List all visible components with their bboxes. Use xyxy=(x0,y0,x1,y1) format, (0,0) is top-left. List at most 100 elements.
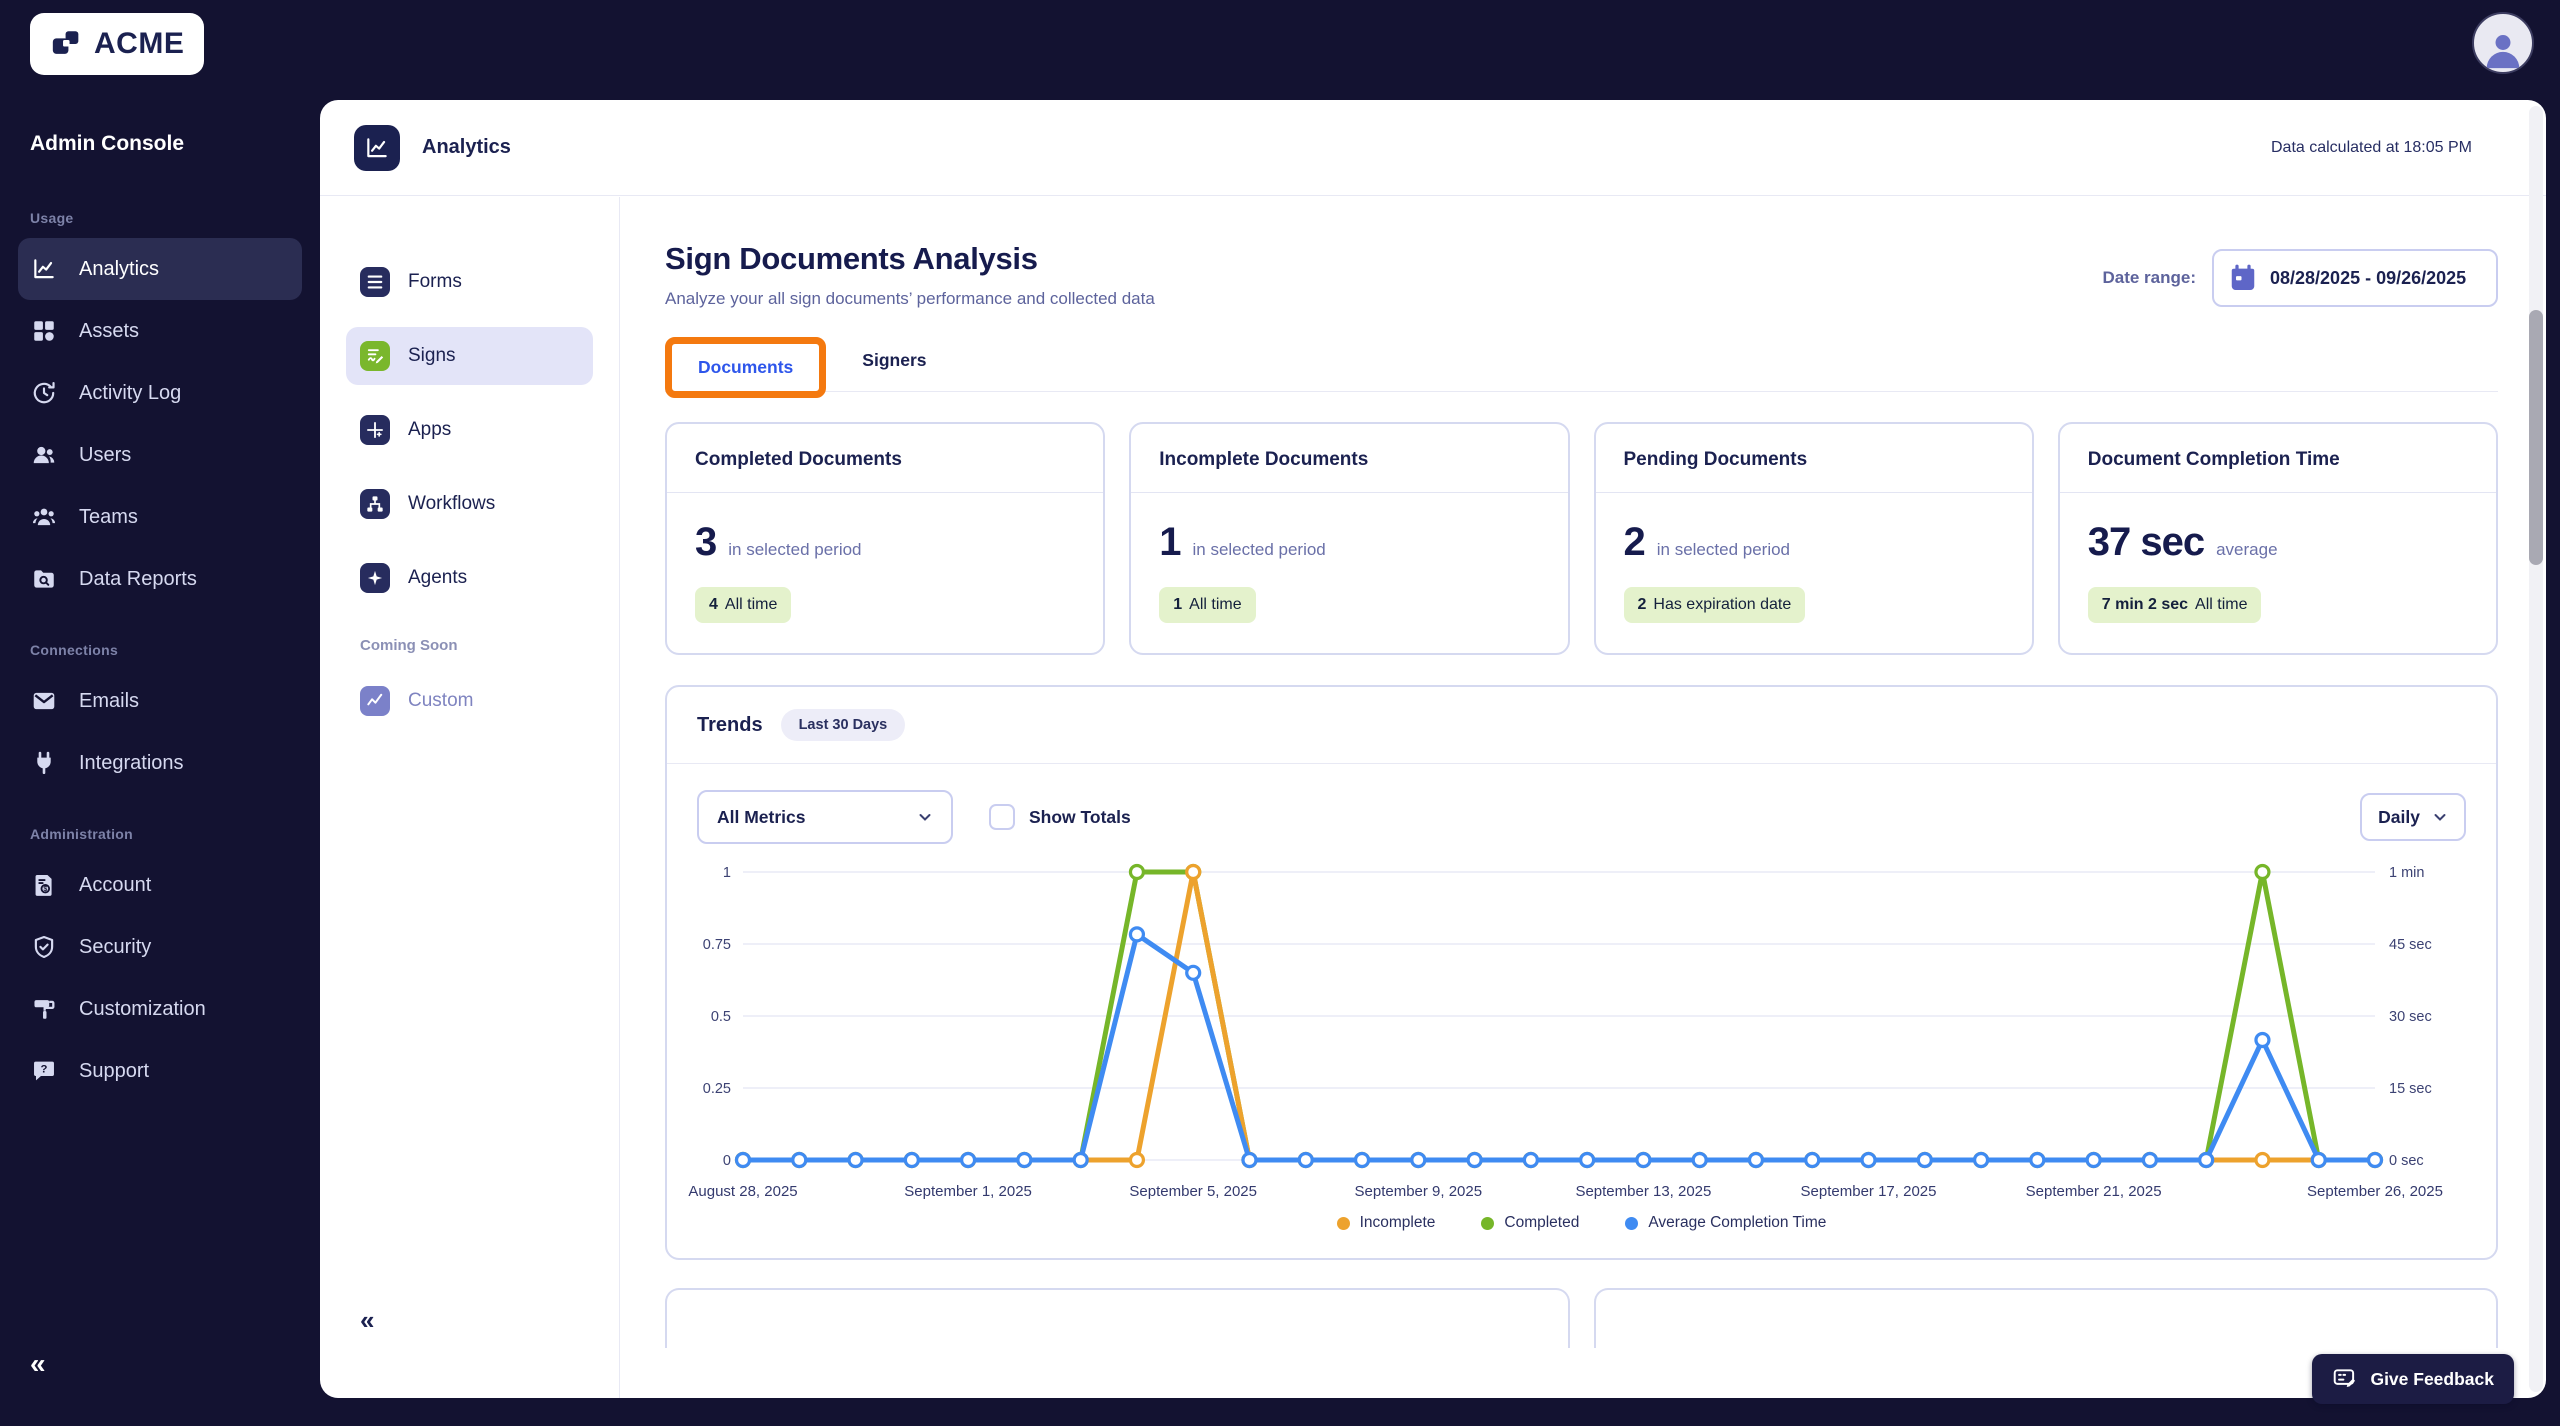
data-point[interactable] xyxy=(737,1154,750,1167)
sidebar-item-activity-log[interactable]: Activity Log xyxy=(18,362,302,424)
data-point[interactable] xyxy=(1637,1154,1650,1167)
secondary-sidebar: FormsSignsAppsWorkflowsAgentsComing Soon… xyxy=(320,197,620,1398)
stat-card-completed-documents: Completed Documents3in selected period4A… xyxy=(665,422,1105,655)
data-point[interactable] xyxy=(1130,928,1143,941)
stat-value: 37 sec xyxy=(2088,520,2204,565)
sidebar-item-emails[interactable]: Emails xyxy=(18,670,302,732)
data-point[interactable] xyxy=(1693,1154,1706,1167)
stat-card-pending-documents: Pending Documents2in selected period2Has… xyxy=(1594,422,2034,655)
x-axis-tick: September 1, 2025 xyxy=(904,1183,1032,1200)
data-point[interactable] xyxy=(2143,1154,2156,1167)
show-totals-toggle[interactable]: Show Totals xyxy=(989,804,1131,830)
tab-signers[interactable]: Signers xyxy=(862,337,926,391)
data-point[interactable] xyxy=(1524,1154,1537,1167)
subnav-item-label: Signs xyxy=(408,345,456,367)
stat-badge-text: All time xyxy=(2195,596,2247,614)
sidebar-item-security[interactable]: Security xyxy=(18,916,302,978)
data-point[interactable] xyxy=(1187,966,1200,979)
scrollbar-track[interactable] xyxy=(2529,106,2543,1392)
subnav-item-workflows[interactable]: Workflows xyxy=(346,475,593,533)
data-point[interactable] xyxy=(1356,1154,1369,1167)
data-point[interactable] xyxy=(1806,1154,1819,1167)
data-point[interactable] xyxy=(2256,1154,2269,1167)
subnav-item-forms[interactable]: Forms xyxy=(346,253,593,311)
scrollbar-thumb[interactable] xyxy=(2529,310,2543,565)
stat-value-suffix: in selected period xyxy=(1193,540,1326,560)
stat-badge: 1All time xyxy=(1159,587,1255,623)
metrics-select[interactable]: All Metrics xyxy=(697,790,953,844)
sidebar-item-label: Account xyxy=(79,874,151,897)
stat-badge: 7 min 2 secAll time xyxy=(2088,587,2262,623)
sidebar-item-data-reports[interactable]: Data Reports xyxy=(18,548,302,610)
stat-badge-text: All time xyxy=(725,596,777,614)
tab-documents[interactable]: Documents xyxy=(698,357,793,377)
data-point[interactable] xyxy=(1074,1154,1087,1167)
data-point[interactable] xyxy=(1862,1154,1875,1167)
stat-card-body: 37 sec average 7 min 2 secAll time xyxy=(2060,493,2496,653)
data-point[interactable] xyxy=(1018,1154,1031,1167)
data-point[interactable] xyxy=(1243,1154,1256,1167)
subnav-item-agents[interactable]: Agents xyxy=(346,549,593,607)
data-point[interactable] xyxy=(962,1154,975,1167)
data-point[interactable] xyxy=(2200,1154,2213,1167)
data-point[interactable] xyxy=(2256,866,2269,879)
data-point[interactable] xyxy=(849,1154,862,1167)
account-icon: $ xyxy=(31,872,57,898)
granularity-select[interactable]: Daily xyxy=(2360,793,2466,841)
date-range-picker[interactable]: 08/28/2025 - 09/26/2025 xyxy=(2212,249,2498,307)
subnav-item-signs[interactable]: Signs xyxy=(346,327,593,385)
stat-value-suffix: in selected period xyxy=(728,540,861,560)
user-avatar[interactable] xyxy=(2472,12,2534,74)
series-line-average-completion-time xyxy=(743,934,2375,1160)
legend-item-average-completion-time[interactable]: Average Completion Time xyxy=(1625,1214,1826,1232)
sidebar-item-integrations[interactable]: Integrations xyxy=(18,732,302,794)
data-point[interactable] xyxy=(905,1154,918,1167)
sidebar-item-assets[interactable]: Assets xyxy=(18,300,302,362)
left-axis-tick: 0.75 xyxy=(703,937,731,953)
subnav-item-apps[interactable]: Apps xyxy=(346,401,593,459)
stat-card-incomplete-documents: Incomplete Documents1in selected period1… xyxy=(1129,422,1569,655)
data-point[interactable] xyxy=(1749,1154,1762,1167)
data-point[interactable] xyxy=(1975,1154,1988,1167)
right-axis-tick: 45 sec xyxy=(2389,937,2432,953)
data-point[interactable] xyxy=(793,1154,806,1167)
sidebar-item-label: Customization xyxy=(79,998,206,1021)
x-axis-tick: September 9, 2025 xyxy=(1355,1183,1483,1200)
legend-item-incomplete[interactable]: Incomplete xyxy=(1337,1214,1436,1232)
acme-logo[interactable]: ACME xyxy=(30,13,204,75)
data-point[interactable] xyxy=(2087,1154,2100,1167)
sidebar-item-label: Users xyxy=(79,444,131,467)
stat-value-suffix: average xyxy=(2216,540,2277,560)
sidebar-item-account[interactable]: $ Account xyxy=(18,854,302,916)
data-point[interactable] xyxy=(2256,1034,2269,1047)
data-point[interactable] xyxy=(2369,1154,2382,1167)
legend-item-completed[interactable]: Completed xyxy=(1481,1214,1579,1232)
granularity-select-value: Daily xyxy=(2378,807,2420,828)
data-point[interactable] xyxy=(1187,866,1200,879)
data-point[interactable] xyxy=(2312,1154,2325,1167)
data-point[interactable] xyxy=(1130,1154,1143,1167)
data-point[interactable] xyxy=(1918,1154,1931,1167)
subnav-item-custom[interactable]: Custom xyxy=(346,672,593,730)
trends-controls: All Metrics Show Totals Daily xyxy=(667,764,2496,848)
subnav-collapse-button[interactable]: « xyxy=(360,1305,374,1336)
custom-icon xyxy=(360,686,390,716)
data-reports-icon xyxy=(31,566,57,592)
stat-badge-text: Has expiration date xyxy=(1653,596,1791,614)
subnav-item-label: Custom xyxy=(408,690,473,712)
sidebar-item-support[interactable]: ?Support xyxy=(18,1040,302,1102)
data-point[interactable] xyxy=(2031,1154,2044,1167)
sidebar-item-users[interactable]: Users xyxy=(18,424,302,486)
data-point[interactable] xyxy=(1581,1154,1594,1167)
sidebar-item-analytics[interactable]: Analytics xyxy=(18,238,302,300)
sidebar-collapse-button[interactable]: « xyxy=(30,1348,46,1380)
give-feedback-button[interactable]: Give Feedback xyxy=(2312,1354,2514,1404)
sidebar-item-customization[interactable]: Customization xyxy=(18,978,302,1040)
data-point[interactable] xyxy=(1130,866,1143,879)
sidebar-item-teams[interactable]: Teams xyxy=(18,486,302,548)
stat-card-body: 3in selected period4All time xyxy=(667,493,1103,653)
data-point[interactable] xyxy=(1468,1154,1481,1167)
data-point[interactable] xyxy=(1412,1154,1425,1167)
show-totals-checkbox[interactable] xyxy=(989,804,1015,830)
data-point[interactable] xyxy=(1299,1154,1312,1167)
